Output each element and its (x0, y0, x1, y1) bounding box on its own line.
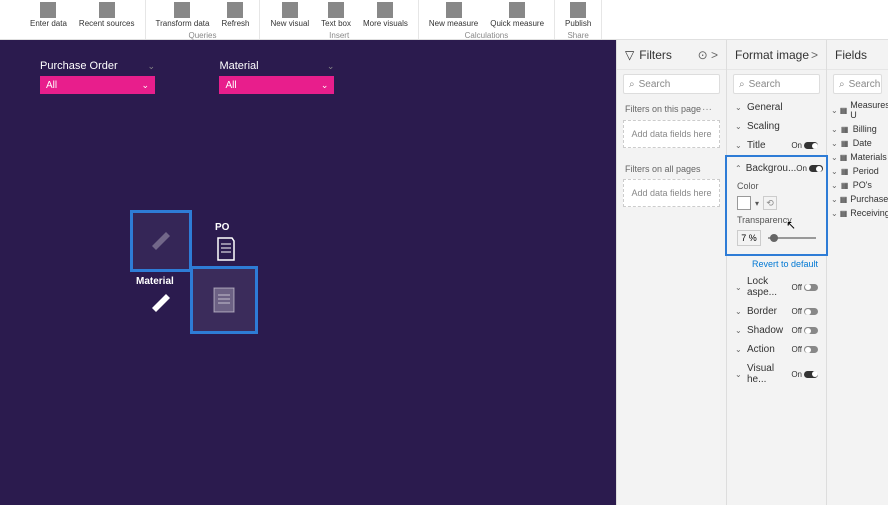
format-background-highlighted: ⌃Backgrou...On Color ▾ ⟲ Transparency 7 … (725, 155, 828, 256)
format-border[interactable]: ⌄BorderOff (727, 302, 826, 321)
ribbon-publish[interactable]: Publish (559, 0, 597, 30)
table-icon: ▦ (840, 105, 848, 115)
chevron-down-icon: ⌄ (147, 61, 155, 72)
ribbon-enter-data[interactable]: Enter data (24, 0, 73, 30)
chevron-down-icon: ⌄ (735, 307, 743, 316)
format-scaling[interactable]: ⌄Scaling (727, 117, 826, 136)
field-table[interactable]: ⌄▦Measures U (827, 98, 888, 122)
format-search[interactable]: ⌕Search (733, 74, 820, 94)
format-visual-header[interactable]: ⌄Visual he...On (727, 359, 826, 389)
toggle-off[interactable] (804, 308, 818, 315)
field-table[interactable]: ⌄▦Materials (827, 150, 888, 164)
chevron-up-icon: ⌃ (735, 164, 742, 173)
filter-icon: ▽ (625, 48, 634, 62)
color-swatch[interactable] (737, 196, 751, 210)
document-icon (211, 285, 237, 315)
material-label: Material (136, 276, 174, 287)
format-shadow[interactable]: ⌄ShadowOff (727, 321, 826, 340)
fields-search[interactable]: ⌕Search (833, 74, 882, 94)
chevron-down-icon: ⌄ (735, 122, 743, 131)
transparency-slider[interactable] (768, 237, 816, 239)
ribbon-more-visuals[interactable]: More visuals (357, 0, 414, 30)
table-icon: ▦ (840, 138, 850, 148)
chevron-down-icon: ⌄ (327, 61, 335, 72)
filters-all-dropzone[interactable]: Add data fields here (623, 179, 720, 207)
search-icon: ⌕ (739, 79, 745, 90)
field-table[interactable]: ⌄▦PO's (827, 178, 888, 192)
toggle-on[interactable] (809, 165, 823, 172)
ribbon-quick-measure[interactable]: Quick measure (484, 0, 550, 30)
toggle-on[interactable] (804, 142, 818, 149)
table-icon: ▦ (840, 180, 850, 190)
slicer-purchase-order[interactable]: Purchase Order⌄ All⌄ (40, 60, 155, 94)
field-table[interactable]: ⌄▦Purchases (827, 192, 888, 206)
filters-page-dropzone[interactable]: Add data fields here (623, 120, 720, 148)
filters-header: ▽ Filters ⊙ > (617, 40, 726, 70)
ribbon-transform-data[interactable]: Transform data (150, 0, 216, 30)
image-visual-1[interactable] (130, 210, 192, 272)
chevron-down-icon: ⌄ (735, 326, 743, 335)
toggle-off[interactable] (804, 284, 818, 291)
search-icon: ⌕ (629, 79, 635, 90)
ribbon-text-box[interactable]: Text box (315, 0, 357, 30)
filters-panel: ▽ Filters ⊙ > ⌕Search Filters on this pa… (616, 40, 726, 505)
field-table[interactable]: ⌄▦Receiving (827, 206, 888, 220)
document-icon (215, 236, 237, 262)
hammer-icon (148, 290, 174, 316)
filters-page-label: Filters on this page··· (617, 98, 726, 118)
table-icon: ▦ (840, 194, 848, 204)
format-action[interactable]: ⌄ActionOff (727, 340, 826, 359)
format-title[interactable]: ⌄TitleOn (727, 136, 826, 155)
transparency-value[interactable]: 7 % (737, 230, 761, 246)
report-canvas[interactable]: Purchase Order⌄ All⌄ Material⌄ All⌄ PO M… (0, 40, 616, 505)
slicer-material[interactable]: Material⌄ All⌄ (219, 60, 334, 94)
ribbon-refresh[interactable]: Refresh (215, 0, 255, 30)
chevron-down-icon[interactable]: ⌄ (141, 80, 149, 91)
format-lock-aspect[interactable]: ⌄Lock aspe...Off (727, 272, 826, 302)
chevron-down-icon[interactable]: ⌄ (321, 80, 329, 91)
filters-all-label: Filters on all pages (617, 158, 726, 177)
field-table[interactable]: ⌄▦Billing (827, 122, 888, 136)
format-header: Format image > (727, 40, 826, 70)
chevron-down-icon: ⌄ (735, 345, 743, 354)
color-label: Color (727, 178, 826, 194)
fields-panel: Fields ⌕Search ⌄▦Measures U ⌄▦Billing ⌄▦… (826, 40, 888, 505)
toggle-on[interactable] (804, 371, 818, 378)
ribbon-recent-sources[interactable]: Recent sources (73, 0, 141, 30)
filters-search[interactable]: ⌕Search (623, 74, 720, 94)
toggle-off[interactable] (804, 327, 818, 334)
field-table[interactable]: ⌄▦Date (827, 136, 888, 150)
color-revert-button[interactable]: ⟲ (763, 196, 777, 210)
revert-default-link[interactable]: Revert to default (727, 256, 826, 272)
ribbon-new-measure[interactable]: New measure (423, 0, 484, 30)
table-icon: ▦ (840, 166, 850, 176)
format-background[interactable]: ⌃Backgrou...On (727, 159, 826, 178)
transparency-label: Transparency (727, 212, 826, 228)
chevron-down-icon: ⌄ (735, 370, 743, 379)
chevron-down-icon[interactable]: ▾ (755, 199, 759, 208)
ribbon-new-visual[interactable]: New visual (264, 0, 315, 30)
toggle-off[interactable] (804, 346, 818, 353)
table-icon: ▦ (840, 208, 848, 218)
chevron-down-icon: ⌄ (735, 103, 743, 112)
po-label: PO (215, 222, 229, 233)
expand-icon[interactable]: > (811, 48, 818, 62)
ribbon: Enter data Recent sources Transform data… (0, 0, 888, 40)
table-icon: ▦ (840, 152, 848, 162)
search-icon: ⌕ (839, 79, 845, 90)
format-panel: Format image > ⌕Search ⌄General ⌄Scaling… (726, 40, 826, 505)
chevron-down-icon: ⌄ (735, 283, 743, 292)
format-general[interactable]: ⌄General (727, 98, 826, 117)
table-icon: ▦ (840, 124, 850, 134)
image-visual-2-selected[interactable] (190, 266, 258, 334)
field-table[interactable]: ⌄▦Period (827, 164, 888, 178)
fields-header: Fields (827, 40, 888, 70)
hammer-icon (148, 228, 174, 254)
chevron-down-icon: ⌄ (735, 141, 743, 150)
expand-icon[interactable]: ⊙ > (698, 48, 718, 62)
more-icon[interactable]: ··· (702, 104, 718, 115)
